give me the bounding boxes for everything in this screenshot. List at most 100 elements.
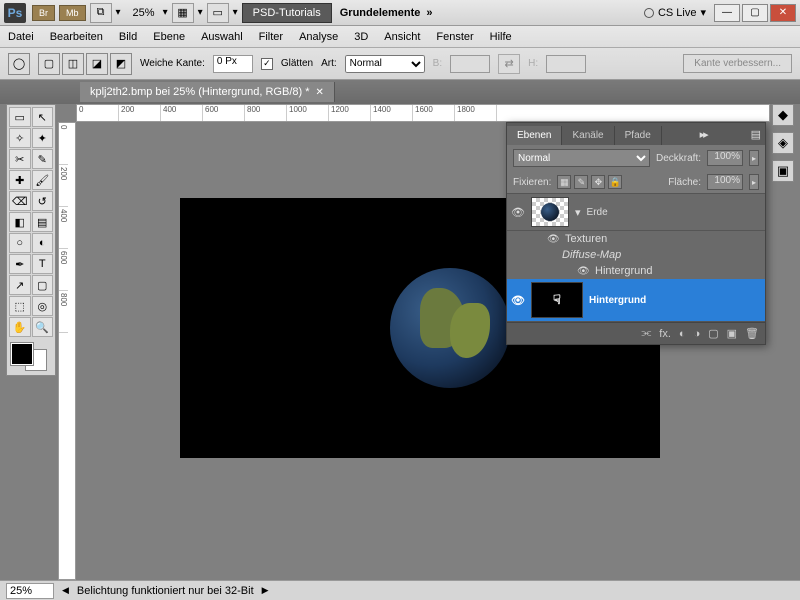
zoom-level[interactable]: 25%: [133, 7, 155, 19]
menu-ansicht[interactable]: Ansicht: [384, 31, 420, 43]
crop-tool[interactable]: ✂: [9, 149, 31, 169]
menu-datei[interactable]: Datei: [8, 31, 34, 43]
layer-name[interactable]: Erde: [587, 207, 608, 218]
healing-tool[interactable]: ✚: [9, 170, 31, 190]
style-select[interactable]: Normal: [345, 55, 425, 73]
visibility-icon[interactable]: 👁: [511, 294, 525, 307]
layer-thumbnail[interactable]: [531, 197, 569, 227]
layer-name[interactable]: Hintergrund: [589, 295, 646, 306]
layer-thumbnail[interactable]: ☟: [531, 282, 583, 318]
view-extras-icon[interactable]: ▦: [172, 3, 194, 23]
dodge-tool[interactable]: ◐: [32, 233, 54, 253]
tab-ebenen[interactable]: Ebenen: [507, 126, 562, 145]
fill-arrow-icon[interactable]: ▸: [749, 174, 759, 190]
delete-layer-icon[interactable]: 🗑: [745, 327, 759, 340]
menu-3d[interactable]: 3D: [354, 31, 368, 43]
screen-mode-icon[interactable]: ⧉: [90, 3, 112, 23]
dock-layers-icon[interactable]: ◆: [772, 104, 794, 126]
lasso-tool[interactable]: ✧: [9, 128, 31, 148]
extras-dropdown-icon[interactable]: ▾: [198, 7, 203, 18]
history-brush-tool[interactable]: ↺: [32, 191, 54, 211]
minimize-button[interactable]: —: [714, 4, 740, 22]
type-tool[interactable]: T: [32, 254, 54, 274]
marquee-tool[interactable]: ▭: [9, 107, 31, 127]
visibility-icon[interactable]: 👁: [547, 234, 559, 245]
dock-paths-icon[interactable]: ▣: [772, 160, 794, 182]
link-layers-icon[interactable]: ⫘: [641, 327, 651, 340]
opacity-arrow-icon[interactable]: ▸: [749, 150, 759, 166]
workspace-chevron-icon[interactable]: »: [426, 7, 432, 19]
layer-fx-icon[interactable]: fx.: [659, 328, 671, 340]
cs-live-button[interactable]: CS Live ▾: [644, 6, 706, 19]
layer-sub-texturen[interactable]: 👁 Texturen: [507, 231, 765, 247]
selection-subtract-icon[interactable]: ◪: [86, 53, 108, 75]
shape-tool[interactable]: ▢: [32, 275, 54, 295]
menu-hilfe[interactable]: Hilfe: [490, 31, 512, 43]
zoom-input[interactable]: 25%: [6, 583, 54, 599]
brush-tool[interactable]: 🖌: [32, 170, 54, 190]
refine-edge-button[interactable]: Kante verbessern...: [683, 54, 792, 73]
menu-analyse[interactable]: Analyse: [299, 31, 338, 43]
pen-tool[interactable]: ✒: [9, 254, 31, 274]
tab-pfade[interactable]: Pfade: [615, 126, 662, 145]
antialias-checkbox[interactable]: ✓: [261, 58, 273, 70]
selection-new-icon[interactable]: ▢: [38, 53, 60, 75]
3d-tool[interactable]: ⬚: [9, 296, 31, 316]
menu-bild[interactable]: Bild: [119, 31, 137, 43]
layer-row-erde[interactable]: 👁 ▾ Erde: [507, 194, 765, 231]
layer-mask-icon[interactable]: ◐: [679, 328, 686, 340]
bridge-badge[interactable]: Br: [32, 5, 55, 21]
arrange-docs-icon[interactable]: ▭: [207, 3, 229, 23]
group-icon[interactable]: ▢: [708, 327, 718, 340]
move-tool[interactable]: ↖: [32, 107, 54, 127]
visibility-icon[interactable]: 👁: [511, 206, 525, 219]
gradient-tool[interactable]: ▤: [32, 212, 54, 232]
stamp-tool[interactable]: ⌫: [9, 191, 31, 211]
adjustment-layer-icon[interactable]: ◑: [694, 328, 701, 340]
menu-fenster[interactable]: Fenster: [436, 31, 473, 43]
layer-sub-hintergrund-link[interactable]: 👁 Hintergrund: [507, 263, 765, 279]
dropdown-arrow-icon[interactable]: ▾: [116, 7, 121, 18]
opacity-input[interactable]: 100%: [707, 150, 743, 166]
lock-all-icon[interactable]: 🔒: [608, 175, 622, 189]
lock-pixels-icon[interactable]: ✎: [574, 175, 588, 189]
lock-transparency-icon[interactable]: ▦: [557, 175, 571, 189]
visibility-icon[interactable]: 👁: [577, 266, 589, 277]
feather-input[interactable]: 0 Px: [213, 55, 253, 73]
dock-channels-icon[interactable]: ◈: [772, 132, 794, 154]
tab-kanaele[interactable]: Kanäle: [562, 126, 614, 145]
selection-intersect-icon[interactable]: ◩: [110, 53, 132, 75]
fill-input[interactable]: 100%: [707, 174, 743, 190]
status-next-icon[interactable]: ▶: [262, 585, 269, 596]
close-button[interactable]: ✕: [770, 4, 796, 22]
menu-ebene[interactable]: Ebene: [153, 31, 185, 43]
camera-tool[interactable]: ◎: [32, 296, 54, 316]
workspace-label[interactable]: Grundelemente: [340, 7, 421, 19]
panel-menu-icon[interactable]: ▤: [745, 124, 765, 145]
wand-tool[interactable]: ✦: [32, 128, 54, 148]
disclosure-icon[interactable]: ▾: [575, 206, 581, 219]
status-prev-icon[interactable]: ◀: [62, 585, 69, 596]
color-swatches[interactable]: [9, 341, 49, 373]
path-tool[interactable]: ↗: [9, 275, 31, 295]
document-tab[interactable]: kplj2th2.bmp bei 25% (Hintergrund, RGB/8…: [80, 82, 335, 102]
ruler-vertical[interactable]: 0 200 400 600 800: [58, 122, 76, 580]
foreground-color[interactable]: [11, 343, 33, 365]
panel-collapse-icon[interactable]: ▸▸: [694, 124, 713, 145]
minibridge-badge[interactable]: Mb: [59, 5, 86, 21]
layer-row-hintergrund[interactable]: 👁 ☟ Hintergrund: [507, 279, 765, 322]
selection-add-icon[interactable]: ◫: [62, 53, 84, 75]
current-tool-icon[interactable]: ◯: [8, 53, 30, 75]
menu-filter[interactable]: Filter: [259, 31, 283, 43]
hand-tool[interactable]: ✋: [9, 317, 31, 337]
menu-bearbeiten[interactable]: Bearbeiten: [50, 31, 103, 43]
eraser-tool[interactable]: ◧: [9, 212, 31, 232]
tutorials-button[interactable]: PSD-Tutorials: [242, 3, 332, 23]
blur-tool[interactable]: ○: [9, 233, 31, 253]
close-tab-icon[interactable]: ✕: [316, 87, 324, 98]
maximize-button[interactable]: ▢: [742, 4, 768, 22]
menu-auswahl[interactable]: Auswahl: [201, 31, 243, 43]
ruler-horizontal[interactable]: 0 200 400 600 800 1000 1200 1400 1600 18…: [76, 104, 770, 122]
layer-sub-diffuse[interactable]: Diffuse-Map: [507, 247, 765, 263]
lock-position-icon[interactable]: ✥: [591, 175, 605, 189]
